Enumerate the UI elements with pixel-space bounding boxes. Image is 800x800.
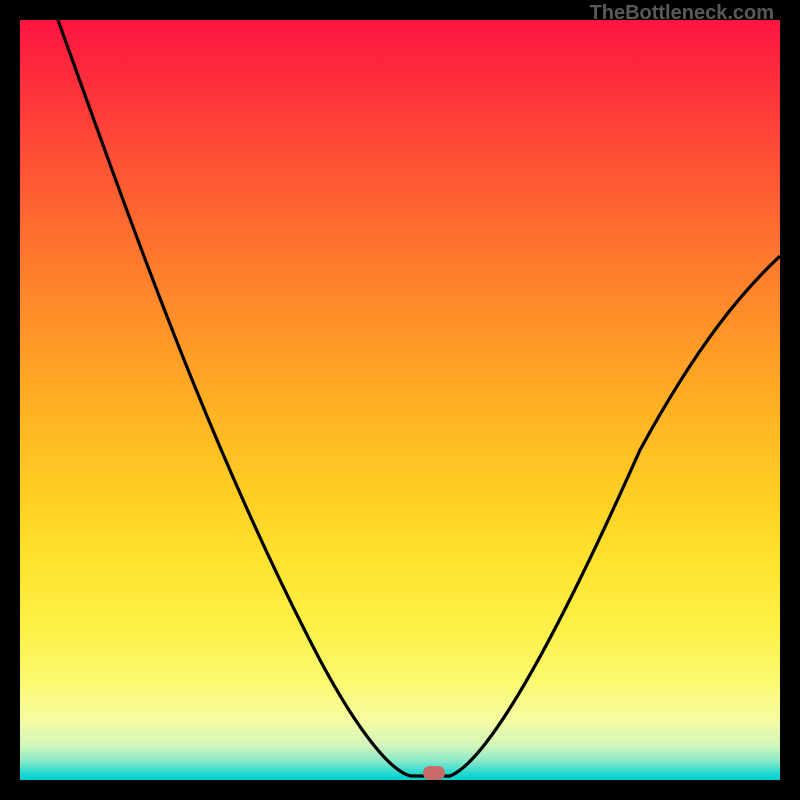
chart-frame: TheBottleneck.com [0,0,800,800]
min-marker [423,766,445,780]
curve-path [58,20,780,776]
bottleneck-curve [20,20,780,780]
watermark: TheBottleneck.com [590,2,774,25]
